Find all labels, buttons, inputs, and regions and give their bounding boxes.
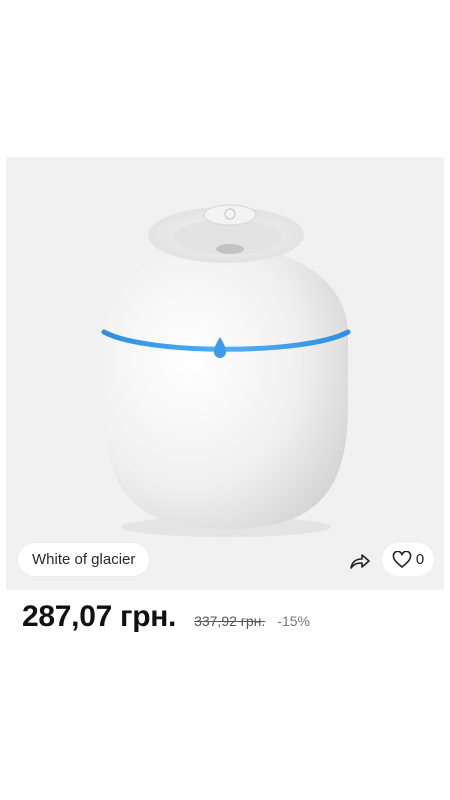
- current-price: 287,07 грн.: [22, 600, 177, 633]
- variant-label: White of glacier: [32, 551, 136, 568]
- product-gallery[interactable]: [6, 157, 444, 590]
- share-button[interactable]: [344, 546, 376, 576]
- discount-badge: -15%: [277, 613, 310, 629]
- share-icon: [350, 554, 370, 569]
- like-button[interactable]: 0: [382, 543, 434, 576]
- product-image: [101, 204, 351, 537]
- heart-icon: [392, 550, 412, 568]
- old-price: 337,92 грн.: [194, 613, 266, 629]
- product-page: White of glacier 0 287,07 грн. 337,92 гр…: [0, 0, 450, 800]
- like-count: 0: [415, 551, 425, 568]
- variant-chip[interactable]: White of glacier: [18, 543, 150, 576]
- price-row: 287,07 грн. 337,92 грн. -15%: [22, 600, 310, 644]
